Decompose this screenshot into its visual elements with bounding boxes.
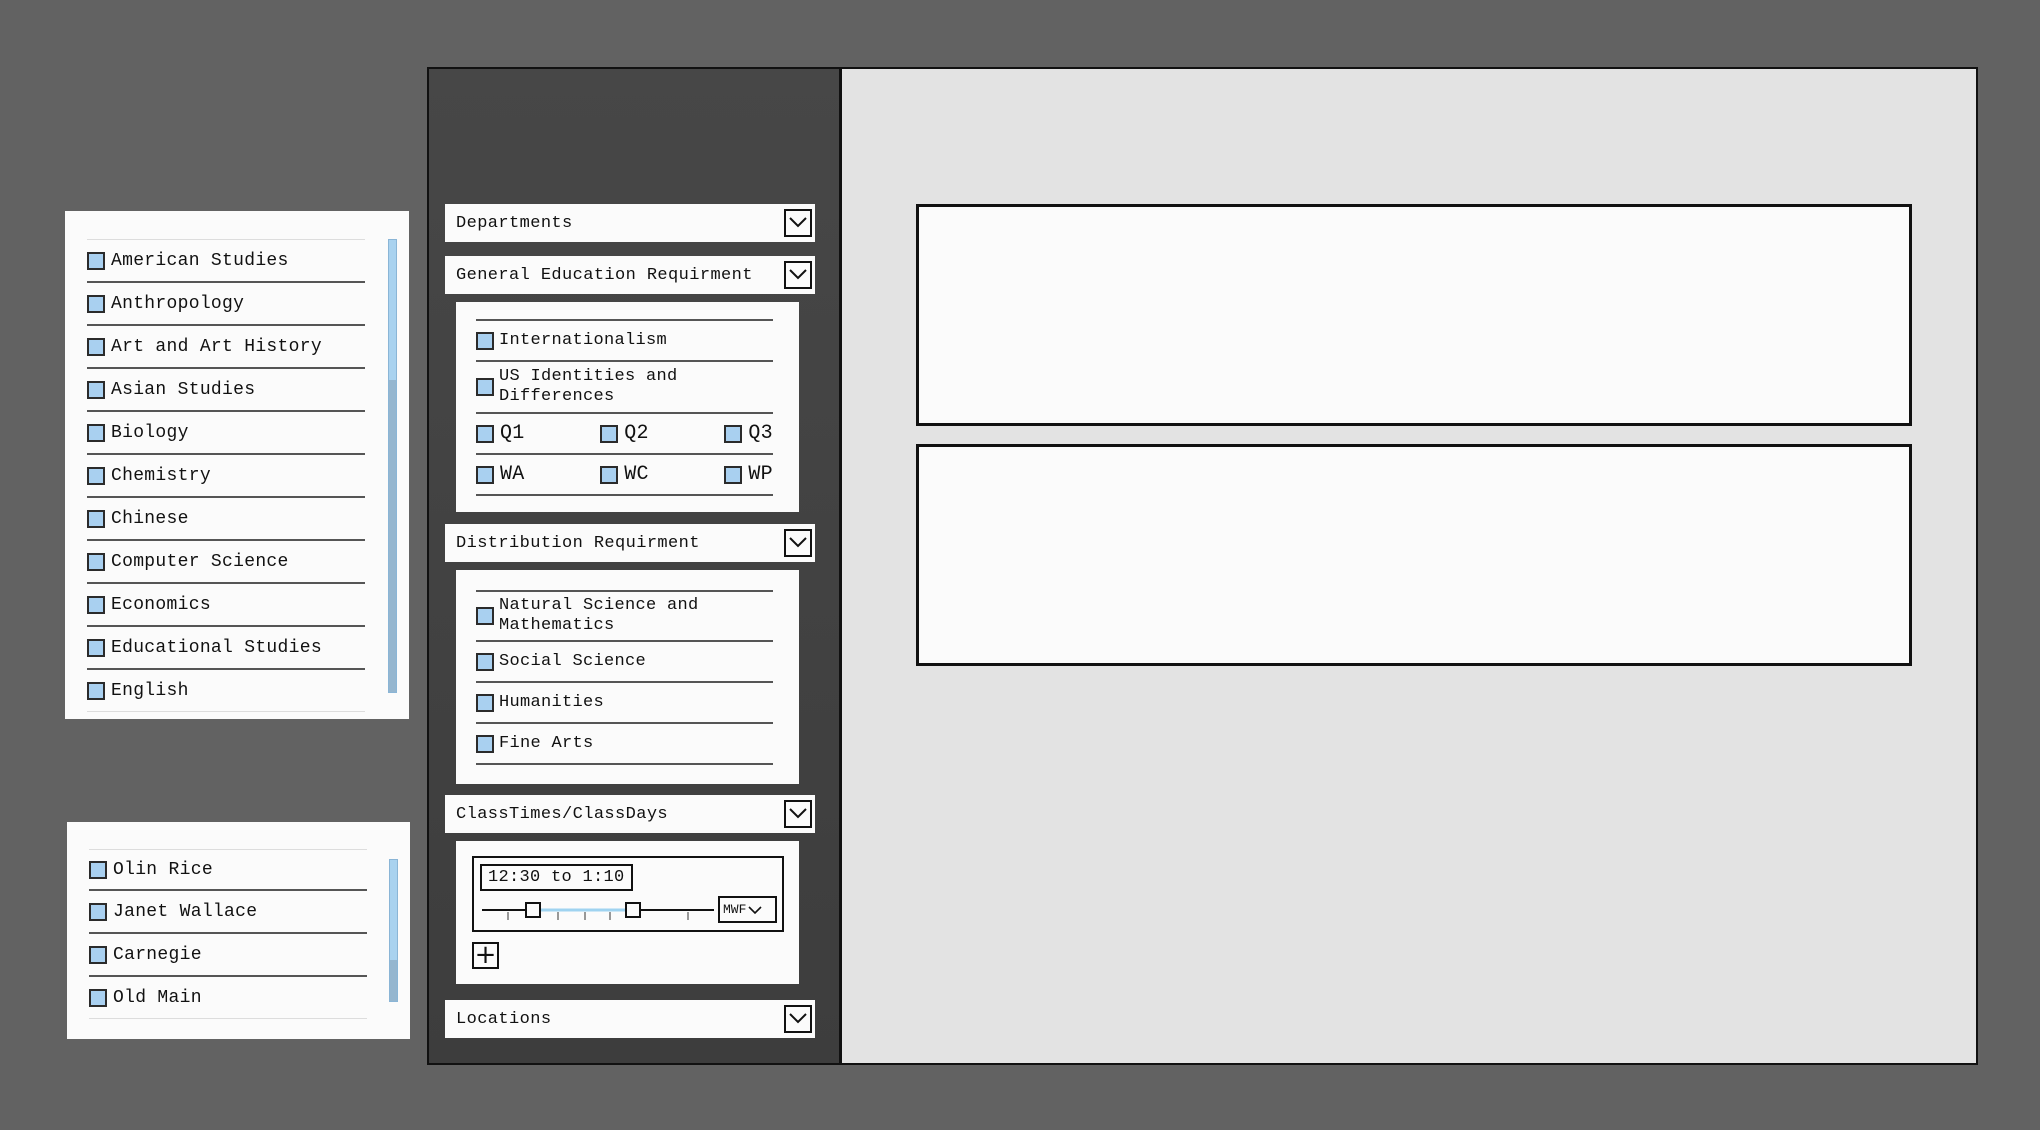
slider-handle-start[interactable] [525,902,541,918]
locations-scrollbar[interactable] [389,859,398,1002]
checkbox[interactable] [476,734,494,753]
time-range-widget: 12:30 to 1:10 MWF [472,856,784,932]
w-option[interactable]: WP [724,463,773,486]
checkbox[interactable] [600,465,619,484]
department-item[interactable]: American Studies [87,240,365,283]
locations-popup: Olin Rice Janet Wallace Carnegie Old Mai… [67,822,410,1039]
checkbox[interactable] [476,693,494,712]
chevron-down-icon[interactable] [784,529,812,557]
department-item[interactable]: Educational Studies [87,627,365,670]
department-item[interactable]: Art and Art History [87,326,365,369]
department-item[interactable]: English [87,670,365,712]
accordion-title: Distribution Requirment [456,533,700,553]
accordion-locations[interactable]: Locations [445,1000,815,1038]
w-options-row: WA WC WP [476,455,773,496]
location-item[interactable]: Janet Wallace [89,891,367,934]
departments-scrollbar[interactable] [388,239,397,693]
checkbox[interactable] [87,337,105,356]
main-window: Departments General Education Requirment… [427,67,1978,1065]
classtimes-panel: 12:30 to 1:10 MWF + [456,841,799,984]
result-card[interactable] [916,444,1912,666]
accordion-gen-ed[interactable]: General Education Requirment [445,256,815,294]
w-option[interactable]: WA [476,463,525,486]
days-select-value: MWF [723,902,747,917]
distribution-item[interactable]: Social Science [476,642,773,683]
location-item[interactable]: Olin Rice [89,850,367,891]
checkbox[interactable] [87,380,105,399]
checkbox[interactable] [89,902,107,921]
department-item[interactable]: Computer Science [87,541,365,584]
checkbox[interactable] [600,424,619,443]
accordion-title: General Education Requirment [456,265,753,285]
distribution-item[interactable]: Fine Arts [476,724,773,765]
q-option[interactable]: Q2 [600,422,649,445]
location-item[interactable]: Old Main [89,977,367,1019]
department-item[interactable]: Biology [87,412,365,455]
gen-ed-panel: Internationalism US Identities and Diffe… [456,302,799,512]
checkbox[interactable] [476,331,494,350]
checkbox[interactable] [476,378,494,396]
time-range-slider[interactable] [478,896,718,926]
checkbox[interactable] [476,607,494,625]
time-range-label: 12:30 to 1:10 [480,864,633,891]
department-item[interactable]: Chinese [87,498,365,541]
checkbox[interactable] [87,423,105,442]
slider-handle-end[interactable] [625,902,641,918]
checkbox[interactable] [87,552,105,571]
locations-list: Olin Rice Janet Wallace Carnegie Old Mai… [89,849,367,1019]
checkbox[interactable] [476,652,494,671]
days-select[interactable]: MWF [718,896,777,923]
checkbox[interactable] [87,509,105,528]
department-item[interactable]: Chemistry [87,455,365,498]
gen-ed-item[interactable]: Internationalism [476,321,773,362]
checkbox[interactable] [724,424,743,443]
accordion-title: ClassTimes/ClassDays [456,804,669,824]
accordion-title: Locations [456,1009,552,1029]
checkbox[interactable] [87,466,105,485]
distribution-item[interactable]: Humanities [476,683,773,724]
departments-list: American Studies Anthropology Art and Ar… [87,239,365,712]
gen-ed-item[interactable]: US Identities and Differences [476,362,773,414]
scrollbar-thumb[interactable] [389,380,396,692]
chevron-down-icon[interactable] [784,209,812,237]
checkbox[interactable] [89,988,107,1007]
accordion-distribution[interactable]: Distribution Requirment [445,524,815,562]
accordion-title: Departments [456,213,573,233]
accordion-classtimes[interactable]: ClassTimes/ClassDays [445,795,815,833]
w-option[interactable]: WC [600,463,649,486]
checkbox[interactable] [87,681,105,700]
checkbox[interactable] [724,465,743,484]
scrollbar-thumb[interactable] [390,960,397,1001]
checkbox[interactable] [87,638,105,657]
department-item[interactable]: Anthropology [87,283,365,326]
accordion-departments[interactable]: Departments [445,204,815,242]
filter-sidebar: Departments General Education Requirment… [429,69,842,1063]
chevron-down-icon [748,905,762,914]
distribution-panel: Natural Science and Mathematics Social S… [456,570,799,784]
checkbox[interactable] [476,424,494,443]
location-item[interactable]: Carnegie [89,934,367,977]
checkbox[interactable] [89,860,107,879]
chevron-down-icon[interactable] [784,1005,812,1033]
chevron-down-icon[interactable] [784,261,812,289]
results-area [842,69,1976,1063]
distribution-item[interactable]: Natural Science and Mathematics [476,592,773,642]
chevron-down-icon[interactable] [784,800,812,828]
department-item[interactable]: Economics [87,584,365,627]
result-card[interactable] [916,204,1912,426]
q-option[interactable]: Q1 [476,422,525,445]
checkbox[interactable] [87,251,105,270]
departments-popup: American Studies Anthropology Art and Ar… [65,211,409,719]
q-options-row: Q1 Q2 Q3 [476,414,773,455]
add-time-button[interactable]: + [472,942,499,969]
department-item[interactable]: Asian Studies [87,369,365,412]
checkbox[interactable] [87,595,105,614]
checkbox[interactable] [89,945,107,964]
checkbox[interactable] [87,294,105,313]
q-option[interactable]: Q3 [724,422,773,445]
checkbox[interactable] [476,465,494,484]
